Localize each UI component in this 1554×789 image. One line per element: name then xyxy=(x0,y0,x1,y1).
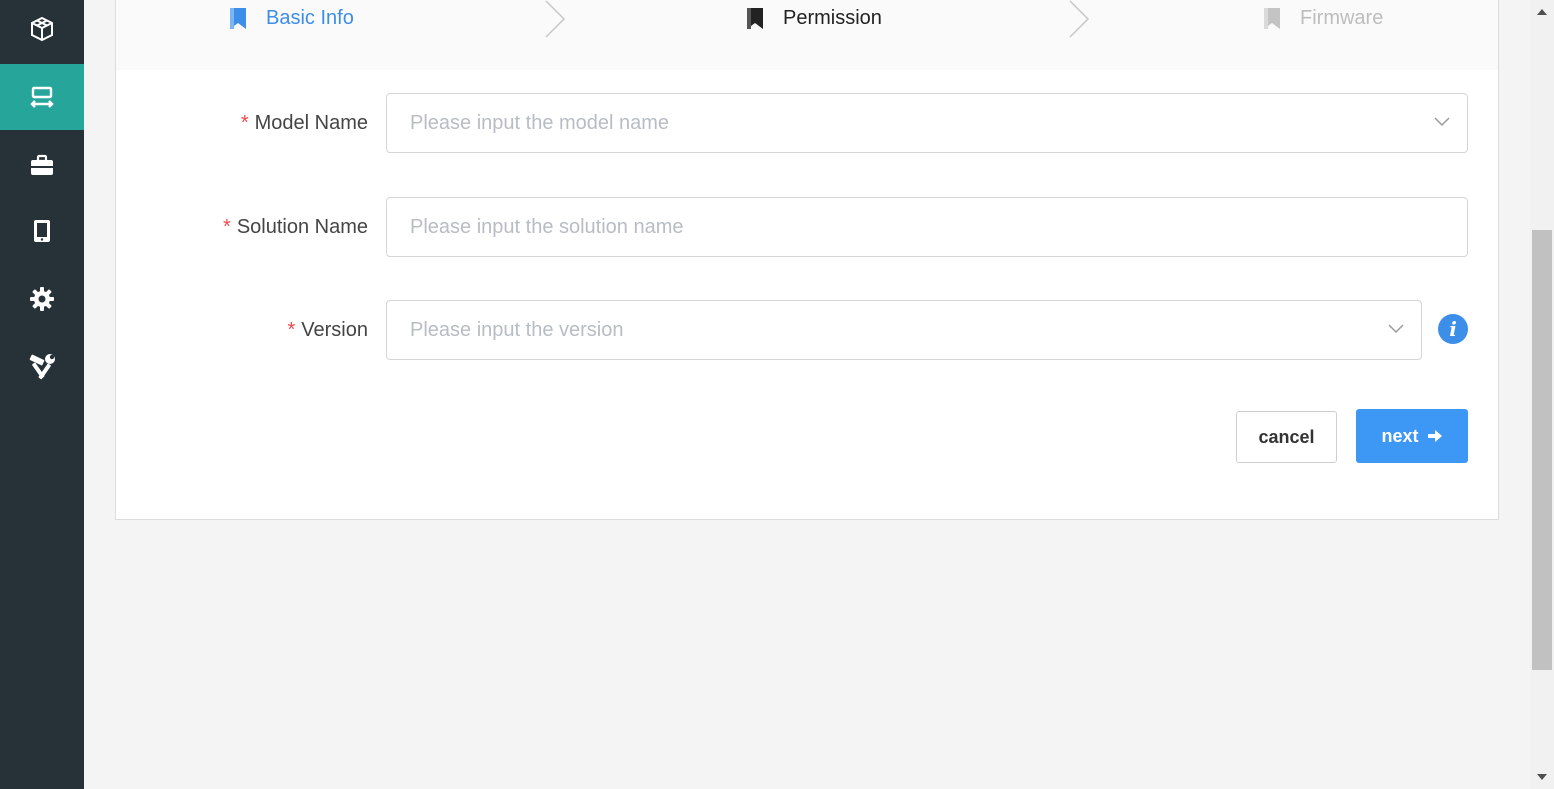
step-basic-info[interactable]: Basic Info xyxy=(228,0,354,37)
chevron-down-icon xyxy=(1388,324,1404,334)
briefcase-icon xyxy=(31,154,53,175)
sidebar-item-devices[interactable] xyxy=(0,198,84,264)
cube-icon xyxy=(31,16,53,42)
version-row: * Version i xyxy=(116,300,1498,360)
scrollbar[interactable] xyxy=(1530,0,1554,789)
cancel-button[interactable]: cancel xyxy=(1236,411,1337,463)
sidebar-item-projects[interactable] xyxy=(0,132,84,198)
scroll-down-arrow[interactable] xyxy=(1530,765,1554,789)
solution-name-field[interactable] xyxy=(386,197,1468,257)
bookmark-icon xyxy=(230,8,246,29)
sidebar-item-settings[interactable] xyxy=(0,266,84,332)
version-select[interactable] xyxy=(386,300,1422,360)
triangle-down-icon xyxy=(1537,774,1547,780)
required-mark: * xyxy=(287,318,296,341)
info-icon[interactable]: i xyxy=(1438,314,1468,344)
required-mark: * xyxy=(223,215,231,238)
gear-icon xyxy=(30,287,54,311)
form-card: Basic Info Permission Firmware * Model N… xyxy=(115,0,1499,520)
triangle-up-icon xyxy=(1537,9,1547,15)
solution-name-row: * Solution Name xyxy=(116,197,1498,257)
model-name-input[interactable] xyxy=(410,94,1467,152)
chevron-down-icon xyxy=(1434,117,1450,127)
next-button-label: next xyxy=(1381,425,1419,446)
scroll-up-arrow[interactable] xyxy=(1530,0,1554,24)
stepper: Basic Info Permission Firmware xyxy=(116,0,1498,70)
sidebar-item-models[interactable] xyxy=(0,0,84,62)
solution-name-label: * Solution Name xyxy=(223,215,368,238)
step-label: Permission xyxy=(783,6,882,29)
sidebar xyxy=(0,0,84,789)
model-name-select[interactable] xyxy=(386,93,1468,153)
scrollbar-thumb[interactable] xyxy=(1532,230,1552,670)
bookmark-icon xyxy=(1264,8,1280,29)
tablet-icon xyxy=(34,220,50,242)
step-permission[interactable]: Permission xyxy=(745,0,882,37)
sidebar-item-solutions[interactable] xyxy=(0,64,84,130)
transfer-icon xyxy=(30,86,54,108)
sidebar-item-tools[interactable] xyxy=(0,334,84,400)
solution-name-input[interactable] xyxy=(410,198,1467,256)
version-label: * Version xyxy=(287,318,368,341)
next-button[interactable]: next xyxy=(1356,409,1468,463)
step-label: Basic Info xyxy=(266,6,354,29)
model-name-label: * Model Name xyxy=(240,111,368,134)
required-mark: * xyxy=(240,111,249,134)
version-input[interactable] xyxy=(410,301,1421,359)
arrow-right-icon xyxy=(1427,430,1442,442)
step-firmware[interactable]: Firmware xyxy=(1262,0,1383,37)
tools-icon xyxy=(29,354,55,380)
bookmark-icon xyxy=(747,8,763,29)
chevron-right-icon xyxy=(1069,0,1090,38)
model-name-row: * Model Name xyxy=(116,93,1498,153)
step-label: Firmware xyxy=(1300,6,1384,29)
chevron-right-icon xyxy=(545,0,566,38)
